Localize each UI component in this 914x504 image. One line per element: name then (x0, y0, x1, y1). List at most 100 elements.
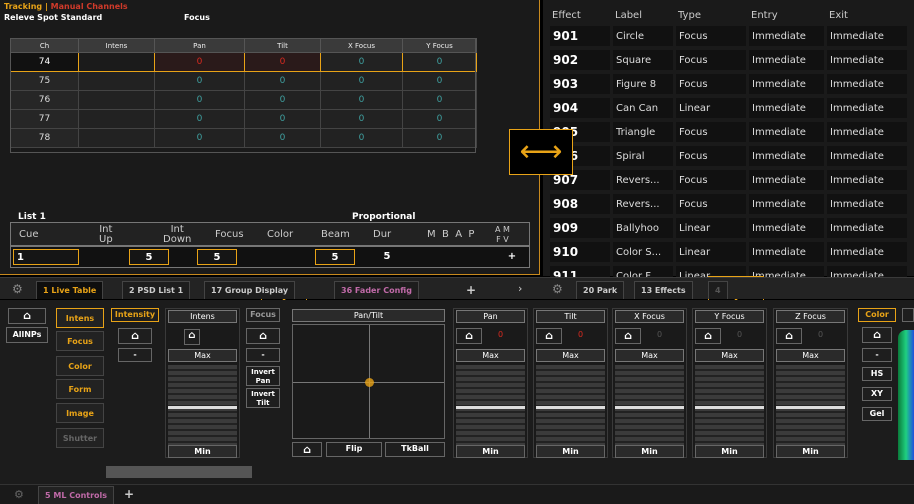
effect-label[interactable]: Circle (613, 26, 673, 46)
home-icon[interactable]: ⌂ (615, 328, 641, 344)
table-row[interactable]: 910 Color S... Linear Immediate Immediate (550, 242, 907, 262)
effect-type[interactable]: Focus (676, 146, 746, 166)
fader-track[interactable] (536, 365, 605, 445)
effect-exit[interactable]: Immediate (827, 50, 907, 70)
add-tab-button[interactable]: + (460, 281, 482, 299)
effect-label[interactable]: Revers... (613, 170, 673, 190)
max-button[interactable]: Max (536, 349, 605, 362)
effect-number[interactable]: 909 (550, 218, 610, 238)
col-label[interactable]: Label (613, 8, 673, 22)
minus-button[interactable]: - (246, 348, 280, 362)
min-button[interactable]: Min (168, 445, 237, 458)
effect-label[interactable]: Ballyhoo (613, 218, 673, 238)
minus-button[interactable]: - (118, 348, 152, 362)
min-button[interactable]: Min (456, 445, 525, 458)
focus-button[interactable]: Focus (246, 308, 280, 322)
effect-label[interactable]: Square (613, 50, 673, 70)
effect-exit[interactable]: Immediate (827, 26, 907, 46)
effect-entry[interactable]: Immediate (749, 218, 824, 238)
tkball-button[interactable]: TkBall (385, 442, 445, 457)
effect-exit[interactable]: Immediate (827, 98, 907, 118)
fader-track[interactable] (776, 365, 845, 445)
effect-number[interactable]: 908 (550, 194, 610, 214)
table-row[interactable]: 901 Circle Focus Immediate Immediate (550, 26, 907, 46)
home-icon[interactable]: ⌂ (695, 328, 721, 344)
cue-plus[interactable]: + (501, 249, 523, 265)
table-row[interactable]: 904 Can Can Linear Immediate Immediate (550, 98, 907, 118)
fader-track[interactable] (168, 365, 237, 445)
effect-type[interactable]: Focus (676, 170, 746, 190)
col-type[interactable]: Type (676, 8, 746, 22)
gear-icon[interactable]: ⚙ (12, 282, 23, 296)
effect-type[interactable]: Focus (676, 26, 746, 46)
table-row[interactable]: 905TriangleFocusImmediateImmediate (550, 122, 907, 142)
effect-exit[interactable]: Immediate (827, 170, 907, 190)
max-button[interactable]: Max (615, 349, 684, 362)
category-form[interactable]: Form (56, 379, 104, 399)
fader-handle[interactable] (695, 406, 764, 409)
effect-type[interactable]: Focus (676, 74, 746, 94)
home-icon[interactable]: ⌂ (184, 329, 200, 345)
home-icon[interactable]: ⌂ (456, 328, 482, 344)
effect-number[interactable]: 903 (550, 74, 610, 94)
tab-fader-config[interactable]: 36 Fader Config (334, 281, 419, 299)
effect-label[interactable]: Triangle (613, 122, 673, 142)
effect-label[interactable]: Revers... (613, 194, 673, 214)
hs-button[interactable]: HS (862, 367, 892, 381)
color-minus-button[interactable]: - (862, 348, 892, 362)
max-button[interactable]: Max (695, 349, 764, 362)
pantilt-pad[interactable] (292, 324, 445, 439)
max-button[interactable]: Max (456, 349, 525, 362)
effect-type[interactable]: Focus (676, 50, 746, 70)
effect-number[interactable]: 904 (550, 98, 610, 118)
min-button[interactable]: Min (615, 445, 684, 458)
fader-track[interactable] (456, 365, 525, 445)
effect-exit[interactable]: Immediate (827, 218, 907, 238)
home-icon[interactable]: ⌂ (246, 328, 280, 344)
cue-int-up[interactable]: 5 (129, 249, 169, 265)
fader-handle[interactable] (168, 406, 237, 409)
col-effect[interactable]: Effect (550, 8, 610, 22)
effect-exit[interactable]: Immediate (827, 74, 907, 94)
fader-handle[interactable] (536, 406, 605, 409)
effect-label[interactable]: Color S... (613, 242, 673, 262)
effect-label[interactable]: Can Can (613, 98, 673, 118)
home-icon[interactable]: ⌂ (118, 328, 152, 344)
effect-entry[interactable]: Immediate (749, 122, 824, 142)
fader-track[interactable] (695, 365, 764, 445)
color-picker[interactable] (898, 330, 914, 460)
fader-handle[interactable] (776, 406, 845, 409)
effect-entry[interactable]: Immediate (749, 26, 824, 46)
home-icon[interactable]: ⌂ (536, 328, 562, 344)
category-shutter[interactable]: Shutter (56, 428, 104, 448)
home-icon[interactable]: ⌂ (776, 328, 802, 344)
pantilt-cursor[interactable] (365, 378, 374, 387)
chevron-right-icon[interactable]: › (518, 282, 522, 295)
cue-dur[interactable]: 5 (367, 249, 407, 265)
add-tab-button[interactable]: + (118, 485, 140, 503)
invert-pan-button[interactable]: Invert Pan (246, 366, 280, 386)
cue-beam[interactable]: 5 (315, 249, 355, 265)
color-button[interactable]: Color (858, 308, 896, 322)
effect-entry[interactable]: Immediate (749, 74, 824, 94)
fader-handle[interactable] (615, 406, 684, 409)
color-extra-button[interactable] (902, 308, 914, 322)
effect-entry[interactable]: Immediate (749, 170, 824, 190)
category-color[interactable]: Color (56, 356, 104, 376)
cue-row[interactable]: 1 5 5 5 5 + (10, 246, 530, 268)
fader-handle[interactable] (456, 406, 525, 409)
home-icon[interactable]: ⌂ (8, 308, 46, 324)
fader-track[interactable] (615, 365, 684, 445)
effect-type[interactable]: Focus (676, 122, 746, 142)
tab-psd-list[interactable]: 2 PSD List 1 (122, 281, 191, 299)
effect-exit[interactable]: Immediate (827, 146, 907, 166)
effect-type[interactable]: Focus (676, 194, 746, 214)
allnps-button[interactable]: AllNPs (6, 327, 48, 343)
tab-effects[interactable]: 13 Effects (634, 281, 693, 299)
effect-number[interactable]: 910 (550, 242, 610, 262)
effect-exit[interactable]: Immediate (827, 194, 907, 214)
tab-ml-controls[interactable]: 5 ML Controls (38, 486, 115, 504)
effect-entry[interactable]: Immediate (749, 98, 824, 118)
table-row[interactable]: 902 Square Focus Immediate Immediate (550, 50, 907, 70)
effect-type[interactable]: Linear (676, 218, 746, 238)
